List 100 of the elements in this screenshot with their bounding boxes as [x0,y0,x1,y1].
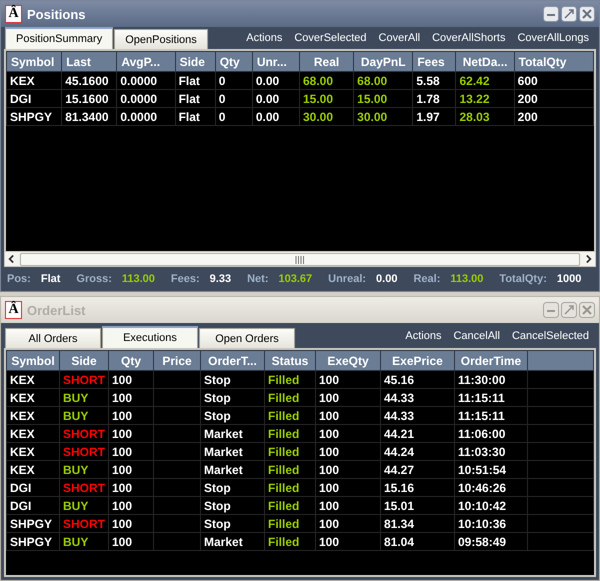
column-header[interactable]: Symbol [6,350,60,370]
tab[interactable]: All Orders [5,328,101,348]
table-cell: 0.00 [252,108,300,126]
toolbar-button[interactable]: CancelAll [447,326,506,346]
table-cell: Stop [200,388,264,406]
table-cell: 11:15:11 [454,388,528,406]
table-cell: 10:10:42 [454,496,528,514]
tab[interactable]: Open Orders [199,328,295,348]
app-logo: Â [5,5,22,23]
table-cell: BUY [60,532,108,550]
table-cell: 81.3400 [62,108,117,126]
horizontal-scrollbar[interactable] [4,251,596,267]
table-cell: Market [200,442,264,460]
column-header[interactable]: Qty [108,350,154,370]
table-cell: 30.00 [354,108,413,126]
table-cell: 100 [108,442,154,460]
table-cell: 100 [108,460,154,478]
table-cell: 0.00 [252,72,300,90]
status-label: TotalQty: [499,273,547,285]
maximize-icon[interactable] [561,302,577,318]
table-cell: SHORT [60,370,108,388]
table-cell: 44.24 [380,442,454,460]
table-cell: 09:58:49 [454,532,528,550]
column-header[interactable]: Status [264,350,316,370]
scroll-right-icon[interactable] [581,252,595,266]
scroll-left-icon[interactable] [5,252,19,266]
column-header[interactable]: AvgP... [116,52,176,72]
column-header[interactable]: ExeQty [316,350,380,370]
table-cell: 45.1600 [62,72,117,90]
table-cell: BUY [60,388,108,406]
table-cell: 44.33 [380,388,454,406]
table-cell: Filled [264,442,316,460]
column-header[interactable]: Symbol [6,52,62,72]
column-header[interactable]: Unr... [252,52,300,72]
status-label: Fees: [170,273,200,285]
table-cell: 0 [215,108,252,126]
table-cell: KEX [6,406,60,424]
table-cell: Filled [264,460,316,478]
table-cell: 5.58 [412,72,456,90]
grip-icon [295,256,305,264]
table-cell: Stop [200,478,264,496]
table-cell: KEX [6,388,60,406]
column-header[interactable]: OrderTime [454,350,528,370]
table-cell: 11:03:30 [454,442,528,460]
maximize-icon[interactable] [561,6,577,22]
table-cell: 100 [316,370,380,388]
table-cell: 15.16 [380,478,454,496]
table-cell: 100 [108,370,154,388]
table-cell: 44.27 [380,460,454,478]
toolbar-button[interactable]: Actions [240,28,288,48]
table-cell: 100 [108,406,154,424]
table-cell: SHORT [60,424,108,442]
toolbar-button[interactable]: CoverSelected [288,28,373,48]
table-cell: DGI [6,478,60,496]
toolbar-button[interactable]: CoverAll [372,28,426,48]
column-header[interactable]: Price [154,350,200,370]
column-header[interactable]: Fees [412,52,456,72]
column-header[interactable]: Qty [215,52,252,72]
table-cell: BUY [60,406,108,424]
scroll-thumb[interactable] [20,253,580,266]
table-cell: 11:30:00 [454,370,528,388]
tab[interactable]: Executions [102,326,198,348]
table-cell: 0.00 [252,90,300,108]
table-cell: Stop [200,496,264,514]
table-cell: 81.34 [380,514,454,532]
table-cell: 0.0000 [116,108,176,126]
table-cell: BUY [60,460,108,478]
table-cell: 100 [108,424,154,442]
column-header[interactable]: OrderT... [200,350,264,370]
column-header[interactable]: NetDa... [456,52,514,72]
table-cell: 13.22 [456,90,514,108]
close-icon[interactable] [579,6,595,22]
table-cell: Market [200,424,264,442]
minimize-icon[interactable] [543,6,559,22]
toolbar-button[interactable]: Actions [399,326,448,346]
table-cell: Market [200,460,264,478]
close-icon[interactable] [579,302,595,318]
minimize-icon[interactable] [543,302,559,318]
toolbar-button[interactable]: CancelSelected [506,326,595,346]
table-cell: 100 [108,496,154,514]
table-cell: 81.04 [380,532,454,550]
column-header[interactable]: Last [62,52,117,72]
table-cell: Stop [200,406,264,424]
toolbar-button[interactable]: CoverAllLongs [511,28,595,48]
column-header[interactable]: Real [299,52,354,72]
tab[interactable]: PositionSummary [5,27,114,49]
table-cell: 15.01 [380,496,454,514]
status-label: Real: [413,273,440,285]
table-cell: 100 [316,532,380,550]
column-header[interactable]: ExePrice [380,350,454,370]
toolbar-button[interactable]: CoverAllShorts [426,28,512,48]
column-header[interactable]: TotalQty [514,52,594,72]
tab[interactable]: OpenPositions [114,29,208,49]
status-label: Unreal: [328,273,366,285]
column-header[interactable]: Side [175,52,216,72]
column-header[interactable]: Side [60,350,108,370]
table-cell: Filled [264,370,316,388]
table-cell: SHPGY [6,514,60,532]
table-cell: Flat [175,72,216,90]
column-header[interactable]: DayPnL [354,52,413,72]
